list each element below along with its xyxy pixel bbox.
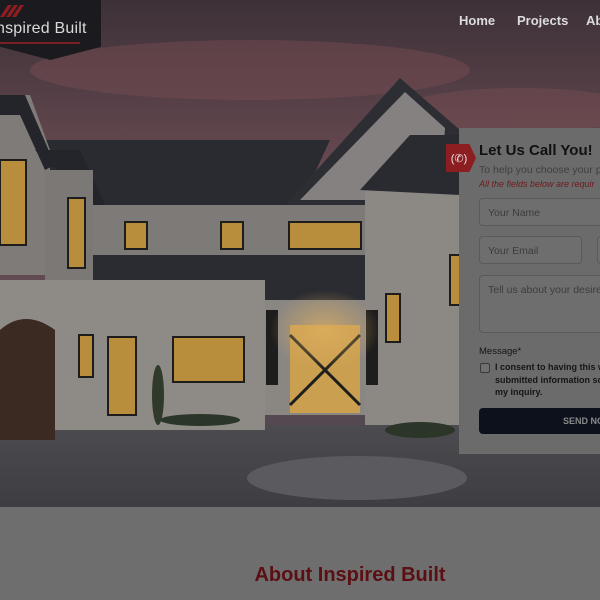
consent-checkbox[interactable] — [480, 363, 490, 373]
nav-projects[interactable]: Projects — [517, 13, 568, 28]
form-subtitle: To help you choose your p — [479, 164, 600, 176]
email-input[interactable]: Your Email — [479, 236, 582, 264]
nav-home[interactable]: Home — [459, 13, 495, 28]
message-textarea[interactable]: Tell us about your desire — [479, 275, 600, 333]
brand-name: nspired Built — [0, 20, 87, 37]
send-now-button[interactable]: SEND NOV — [479, 408, 600, 434]
brand-underline — [0, 42, 80, 44]
form-required-note: All the fields below are requir — [479, 179, 595, 189]
message-label: Message* — [479, 346, 522, 357]
form-title: Let Us Call You! — [479, 142, 593, 159]
roof-stripes-icon — [0, 5, 24, 17]
nav-about[interactable]: Ab — [586, 13, 600, 28]
about-section-title: About Inspired Built — [254, 564, 446, 586]
name-input[interactable]: Your Name — [479, 198, 600, 226]
consent-text: I consent to having this w submitted inf… — [495, 362, 600, 397]
